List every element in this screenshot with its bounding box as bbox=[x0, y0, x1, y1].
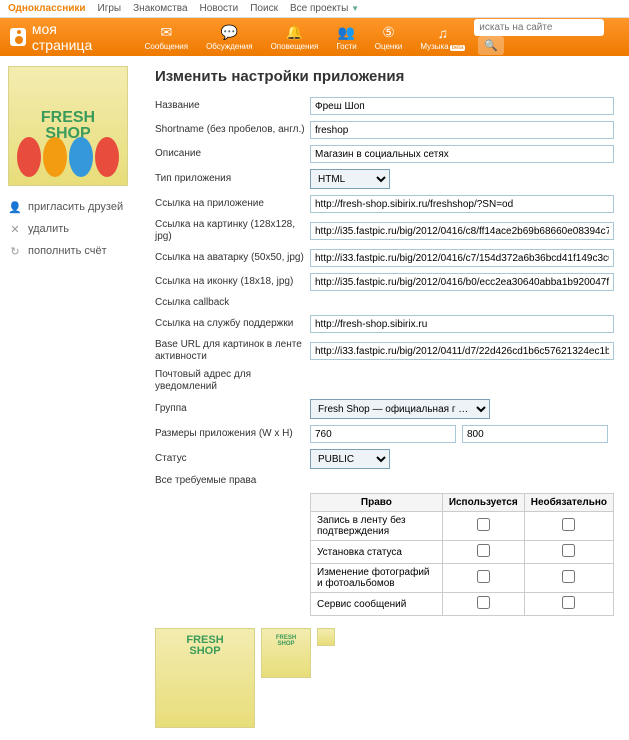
input-shortname[interactable] bbox=[310, 121, 614, 139]
top-link-dating[interactable]: Знакомства bbox=[133, 3, 187, 14]
label-applink: Ссылка на приложение bbox=[155, 198, 310, 210]
search-button[interactable]: 🔍 bbox=[478, 36, 504, 55]
nav-messages[interactable]: ✉Сообщения bbox=[136, 24, 197, 51]
label-callback: Ссылка callback bbox=[155, 297, 310, 309]
sidebar-delete[interactable]: ✕удалить bbox=[8, 218, 132, 240]
label-notifyemail: Почтовый адрес для уведомлений bbox=[155, 369, 310, 393]
marks-icon: ⑤ bbox=[380, 24, 398, 42]
nav-music[interactable]: ♫Музыкаbeta bbox=[411, 24, 474, 51]
sidebar-invite[interactable]: 👤пригласить друзей bbox=[8, 196, 132, 218]
thumb-128: FRESHSHOP bbox=[155, 628, 255, 728]
beta-badge: beta bbox=[450, 45, 466, 51]
input-img128[interactable] bbox=[310, 222, 614, 240]
permissions-table: Право Используется Необязательно Запись … bbox=[310, 493, 614, 616]
refresh-icon: ↻ bbox=[8, 244, 22, 258]
input-icon18[interactable] bbox=[310, 273, 614, 291]
label-group: Группа bbox=[155, 403, 310, 415]
label-name: Название bbox=[155, 100, 310, 112]
label-dimensions: Размеры приложения (W x H) bbox=[155, 428, 310, 440]
page-title: Изменить настройки приложения bbox=[155, 68, 614, 85]
chevron-down-icon: ▼ bbox=[351, 4, 359, 13]
main-content: Изменить настройки приложения Название S… bbox=[140, 56, 629, 740]
brand-link[interactable]: Одноклассники bbox=[8, 3, 86, 14]
perm-used-1[interactable] bbox=[477, 544, 490, 557]
label-description: Описание bbox=[155, 148, 310, 160]
nav-notifications[interactable]: 🔔Оповещения bbox=[262, 24, 328, 51]
input-name[interactable] bbox=[310, 97, 614, 115]
label-img128: Ссылка на картинку (128x128, jpg) bbox=[155, 219, 310, 243]
label-support: Ссылка на службу поддержки bbox=[155, 318, 310, 330]
envelope-icon: ✉ bbox=[157, 24, 175, 42]
input-baseurl[interactable] bbox=[310, 342, 614, 360]
select-status[interactable]: PUBLIC bbox=[310, 449, 390, 469]
top-link-search[interactable]: Поиск bbox=[250, 3, 278, 14]
nav-marks[interactable]: ⑤Оценки bbox=[366, 24, 412, 51]
input-applink[interactable] bbox=[310, 195, 614, 213]
bell-icon: 🔔 bbox=[285, 24, 303, 42]
perm-used-3[interactable] bbox=[477, 596, 490, 609]
chat-icon: 💬 bbox=[220, 24, 238, 42]
input-avatar50[interactable] bbox=[310, 249, 614, 267]
top-menu: Одноклассники Игры Знакомства Новости По… bbox=[0, 0, 629, 18]
label-baseurl: Base URL для картинок в ленте активности bbox=[155, 339, 310, 363]
table-row: Сервис сообщений bbox=[311, 593, 614, 616]
music-icon: ♫ bbox=[434, 24, 452, 42]
top-link-news[interactable]: Новости bbox=[200, 3, 239, 14]
select-apptype[interactable]: HTML bbox=[310, 169, 390, 189]
top-link-projects[interactable]: Все проекты ▼ bbox=[290, 3, 359, 14]
table-row: Запись в ленту без подтверждения bbox=[311, 512, 614, 541]
sidebar-topup[interactable]: ↻пополнить счёт bbox=[8, 240, 132, 262]
mypage-link[interactable]: моя страница bbox=[32, 21, 111, 53]
input-description[interactable] bbox=[310, 145, 614, 163]
input-support[interactable] bbox=[310, 315, 614, 333]
perm-header-optional: Необязательно bbox=[524, 494, 613, 512]
nav-guests[interactable]: 👥Гости bbox=[327, 24, 365, 51]
label-apptype: Тип приложения bbox=[155, 173, 310, 185]
perm-opt-2[interactable] bbox=[562, 570, 575, 583]
close-icon: ✕ bbox=[8, 222, 22, 236]
perm-opt-1[interactable] bbox=[562, 544, 575, 557]
label-icon18: Ссылка на иконку (18x18, jpg) bbox=[155, 276, 310, 288]
perm-opt-3[interactable] bbox=[562, 596, 575, 609]
search-input[interactable] bbox=[474, 19, 604, 36]
perm-header-used: Используется bbox=[442, 494, 524, 512]
top-link-games[interactable]: Игры bbox=[98, 3, 122, 14]
select-group[interactable]: Fresh Shop — официальная г … bbox=[310, 399, 490, 419]
table-row: Установка статуса bbox=[311, 541, 614, 564]
person-icon: 👤 bbox=[8, 200, 22, 214]
table-row: Изменение фотографий и фотоальбомов bbox=[311, 564, 614, 593]
sidebar: FRESHSHOP 👤пригласить друзей ✕удалить ↻п… bbox=[0, 56, 140, 740]
input-height[interactable] bbox=[462, 425, 608, 443]
ok-logo-icon[interactable] bbox=[10, 28, 26, 46]
label-status: Статус bbox=[155, 453, 310, 465]
main-header: моя страница ✉Сообщения 💬Обсуждения 🔔Опо… bbox=[0, 18, 629, 56]
label-shortname: Shortname (без пробелов, англ.) bbox=[155, 124, 310, 136]
thumb-18 bbox=[317, 628, 335, 646]
label-avatar50: Ссылка на аватарку (50x50, jpg) bbox=[155, 252, 310, 264]
guests-icon: 👥 bbox=[338, 24, 356, 42]
thumb-50: FRESHSHOP bbox=[261, 628, 311, 678]
thumbnails: FRESHSHOP FRESHSHOP bbox=[155, 628, 614, 728]
perm-used-0[interactable] bbox=[477, 518, 490, 531]
app-image: FRESHSHOP bbox=[8, 66, 128, 186]
perm-opt-0[interactable] bbox=[562, 518, 575, 531]
perm-header-right: Право bbox=[311, 494, 443, 512]
label-permissions: Все требуемые права bbox=[155, 475, 310, 487]
perm-used-2[interactable] bbox=[477, 570, 490, 583]
nav-discussions[interactable]: 💬Обсуждения bbox=[197, 24, 262, 51]
input-width[interactable] bbox=[310, 425, 456, 443]
